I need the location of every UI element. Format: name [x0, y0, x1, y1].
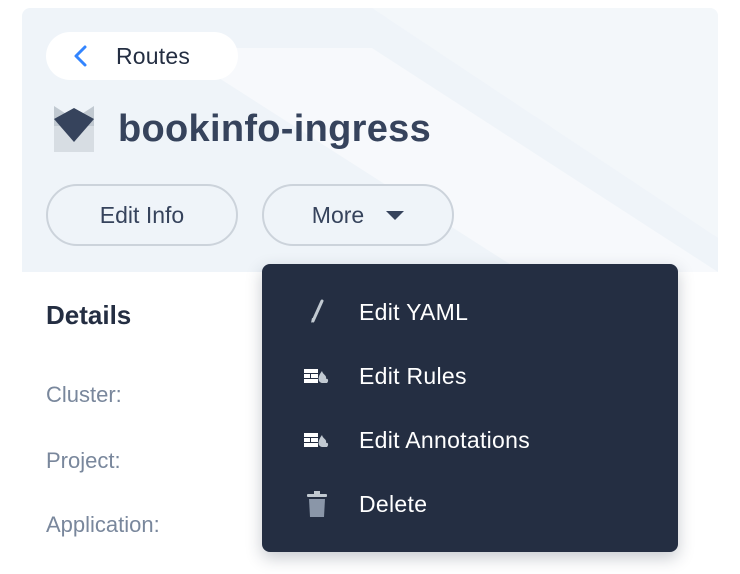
more-dropdown-menu: Edit YAML Edit Rules Edit Annotations De…: [262, 264, 678, 552]
page-title: bookinfo-ingress: [118, 107, 432, 150]
card-header: Routes bookinfo-ingress Edit Info More: [22, 8, 718, 272]
menu-item-edit-annotations[interactable]: Edit Annotations: [262, 408, 678, 472]
edit-info-label: Edit Info: [99, 201, 185, 228]
caret-down-icon: [386, 210, 405, 220]
application-label: Application:: [46, 512, 160, 537]
project-label: Project:: [46, 448, 121, 473]
menu-item-label: Delete: [359, 490, 428, 517]
chevron-left-icon: [74, 45, 87, 67]
firewall-icon: [302, 425, 332, 455]
more-button[interactable]: More: [262, 184, 454, 246]
page: Routes bookinfo-ingress Edit Info More D…: [0, 0, 740, 574]
menu-item-label: Edit Rules: [359, 362, 467, 389]
menu-item-label: Edit YAML: [359, 298, 469, 325]
trash-icon: [302, 489, 332, 519]
resource-title-row: bookinfo-ingress: [54, 106, 431, 152]
menu-item-label: Edit Annotations: [359, 426, 531, 453]
edit-info-button[interactable]: Edit Info: [46, 184, 238, 246]
menu-item-edit-yaml[interactable]: Edit YAML: [262, 280, 678, 344]
more-label: More: [311, 201, 365, 228]
back-label: Routes: [116, 42, 191, 69]
back-to-routes-button[interactable]: Routes: [46, 32, 238, 80]
menu-item-delete[interactable]: Delete: [262, 472, 678, 536]
pen-icon: [302, 297, 332, 327]
firewall-icon: [302, 361, 332, 391]
route-resource-icon: [54, 106, 94, 152]
menu-item-edit-rules[interactable]: Edit Rules: [262, 344, 678, 408]
details-heading: Details: [46, 300, 132, 330]
cluster-label: Cluster:: [46, 382, 122, 407]
